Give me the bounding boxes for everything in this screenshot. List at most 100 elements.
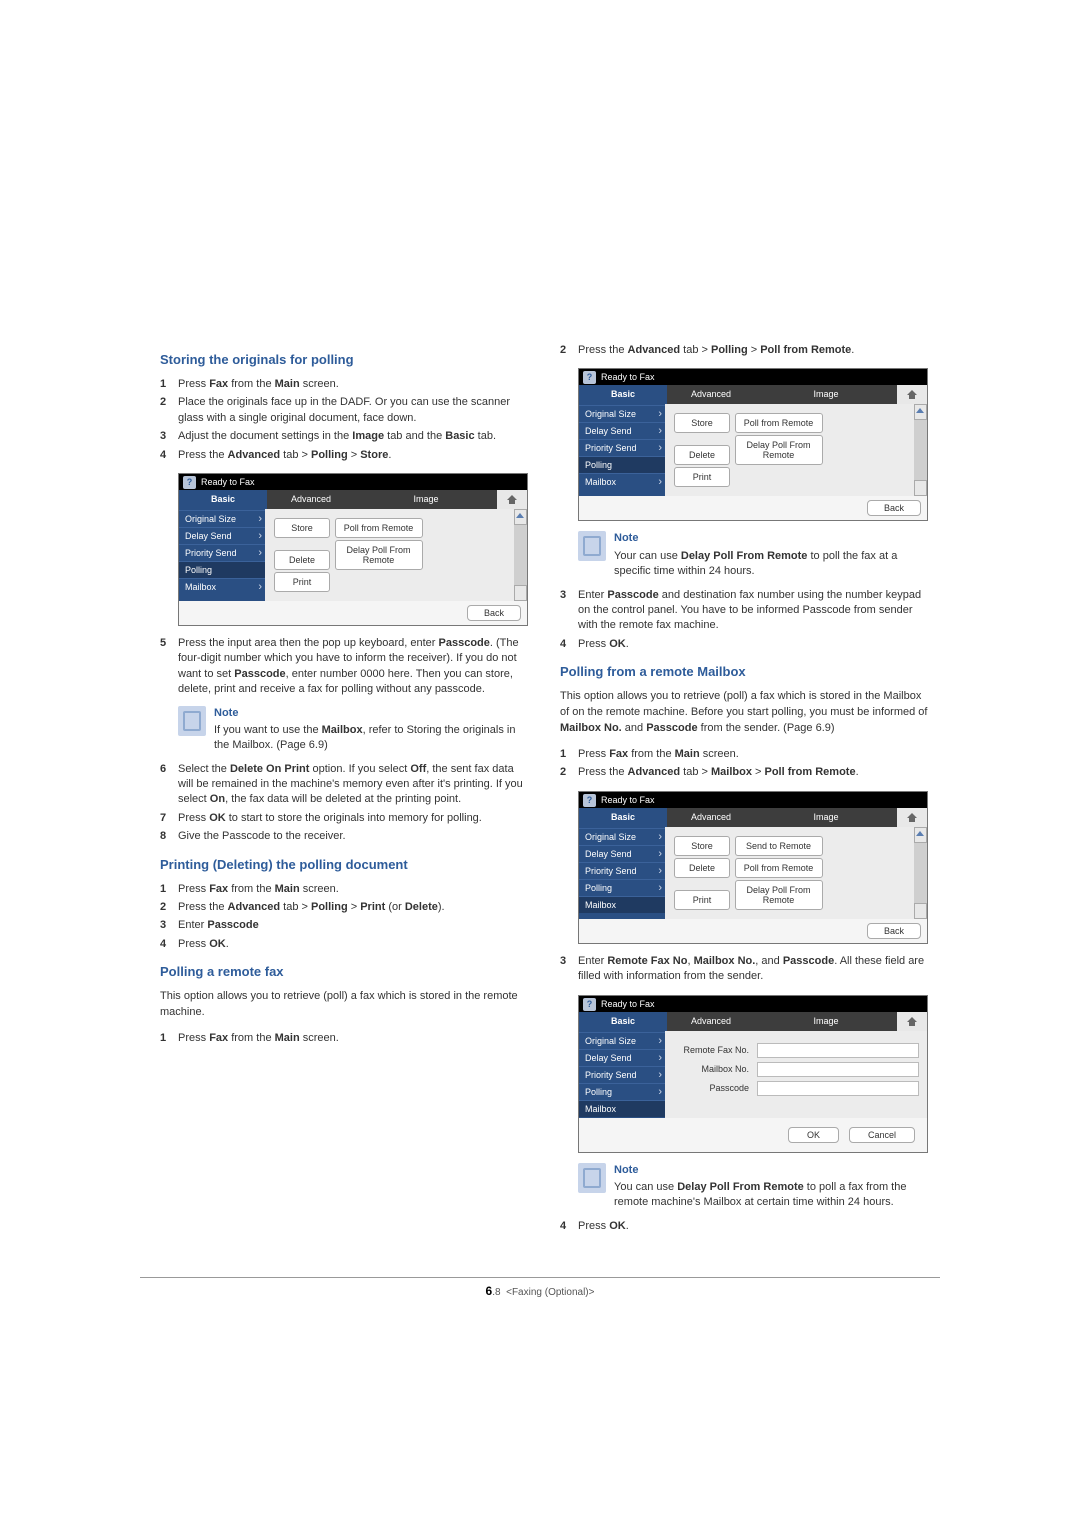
main-pane: Store Poll from Remote Delete Delay Poll… <box>665 404 927 496</box>
side-polling[interactable]: Polling <box>179 561 265 578</box>
scrollbar[interactable] <box>914 827 927 919</box>
delay-poll-button[interactable]: Delay Poll From Remote <box>335 540 423 570</box>
step-num: 1 <box>160 377 178 392</box>
home-icon[interactable] <box>897 808 927 827</box>
side-delay-send[interactable]: Delay Send <box>179 527 265 544</box>
note-icon <box>578 1163 606 1193</box>
side-priority-send[interactable]: Priority Send <box>579 439 665 456</box>
note-text: You can use Delay Poll From Remote to po… <box>614 1180 928 1211</box>
step-num: 5 <box>160 636 178 698</box>
tab-advanced[interactable]: Advanced <box>667 808 755 827</box>
note-block: NoteYour can use Delay Poll From Remote … <box>578 531 928 579</box>
side-delay-send[interactable]: Delay Send <box>579 845 665 862</box>
side-priority-send[interactable]: Priority Send <box>579 1066 665 1083</box>
step-num: 2 <box>560 765 578 780</box>
poll-remote-steps: 1Press Fax from the Main screen. <box>160 1031 528 1046</box>
step-num: 3 <box>160 918 178 933</box>
side-original-size[interactable]: Original Size <box>579 828 665 845</box>
back-button[interactable]: Back <box>867 500 921 516</box>
mailbox-no-input[interactable] <box>757 1062 919 1077</box>
step-text: Press Fax from the Main screen. <box>178 1031 528 1046</box>
step-num: 4 <box>160 448 178 463</box>
page-footer: 6.8 <Faxing (Optional)> <box>140 1277 940 1384</box>
step-num: 2 <box>560 343 578 358</box>
side-mailbox[interactable]: Mailbox <box>179 578 265 595</box>
side-mailbox[interactable]: Mailbox <box>579 473 665 490</box>
delay-poll-button[interactable]: Delay Poll From Remote <box>735 435 823 465</box>
note-text: Your can use Delay Poll From Remote to p… <box>614 549 928 580</box>
main-pane: Store Send to Remote Delete Poll from Re… <box>665 827 927 919</box>
side-original-size[interactable]: Original Size <box>579 1032 665 1049</box>
remote-fax-input[interactable] <box>757 1043 919 1058</box>
poll-from-remote-button[interactable]: Poll from Remote <box>335 518 423 538</box>
back-button[interactable]: Back <box>867 923 921 939</box>
side-priority-send[interactable]: Priority Send <box>179 544 265 561</box>
side-priority-send[interactable]: Priority Send <box>579 862 665 879</box>
tab-basic[interactable]: Basic <box>579 385 667 404</box>
delay-poll-button[interactable]: Delay Poll From Remote <box>735 880 823 910</box>
side-menu: Original SizeDelay SendPriority SendPoll… <box>579 1031 665 1118</box>
note-icon <box>178 706 206 736</box>
step-text: Press the input area then the pop up key… <box>178 636 528 698</box>
cancel-button[interactable]: Cancel <box>849 1127 915 1143</box>
side-menu: Original SizeDelay SendPriority SendPoll… <box>579 827 665 919</box>
poll-from-remote-button[interactable]: Poll from Remote <box>735 413 823 433</box>
step-num: 3 <box>160 429 178 444</box>
scrollbar[interactable] <box>914 404 927 496</box>
side-polling[interactable]: Polling <box>579 879 665 896</box>
tab-image[interactable]: Image <box>755 808 897 827</box>
note-block: NoteYou can use Delay Poll From Remote t… <box>578 1163 928 1211</box>
step-text: Press Fax from the Main screen. <box>178 377 528 392</box>
home-icon[interactable] <box>497 490 527 509</box>
side-delay-send[interactable]: Delay Send <box>579 1049 665 1066</box>
poll-remote-steps-2: 2Press the Advanced tab > Polling > Poll… <box>560 343 928 358</box>
delete-button[interactable]: Delete <box>674 445 730 465</box>
main-pane: Remote Fax No. Mailbox No. Passcode <box>665 1031 927 1118</box>
back-button[interactable]: Back <box>467 605 521 621</box>
tab-basic[interactable]: Basic <box>579 808 667 827</box>
tab-advanced[interactable]: Advanced <box>667 385 755 404</box>
heading-poll-remote-fax: Polling a remote fax <box>160 964 528 979</box>
side-polling[interactable]: Polling <box>579 456 665 473</box>
step-text: Enter Remote Fax No, Mailbox No., and Pa… <box>578 954 928 985</box>
print-button[interactable]: Print <box>674 890 730 910</box>
tab-row: Basic Advanced Image <box>179 490 527 509</box>
main-pane: Store Poll from Remote Delete Delay Poll… <box>265 509 527 601</box>
tab-basic[interactable]: Basic <box>579 1012 667 1031</box>
delete-button[interactable]: Delete <box>274 550 330 570</box>
store-button[interactable]: Store <box>674 413 730 433</box>
tab-image[interactable]: Image <box>755 1012 897 1031</box>
scrollbar[interactable] <box>514 509 527 601</box>
step-num: 3 <box>560 588 578 634</box>
tab-advanced[interactable]: Advanced <box>267 490 355 509</box>
send-to-remote-button[interactable]: Send to Remote <box>735 836 823 856</box>
side-menu: Original SizeDelay SendPriority SendPoll… <box>579 404 665 496</box>
printing-steps: 1Press Fax from the Main screen. 2Press … <box>160 882 528 953</box>
tab-row: BasicAdvancedImage <box>579 385 927 404</box>
print-button[interactable]: Print <box>674 467 730 487</box>
storing-steps-1: 1Press Fax from the Main screen. 2Place … <box>160 377 528 463</box>
tab-image[interactable]: Image <box>355 490 497 509</box>
side-mailbox[interactable]: Mailbox <box>579 1100 665 1117</box>
side-mailbox[interactable]: Mailbox <box>579 896 665 913</box>
print-button[interactable]: Print <box>274 572 330 592</box>
ok-button[interactable]: OK <box>788 1127 839 1143</box>
store-button[interactable]: Store <box>274 518 330 538</box>
mailbox-steps-3: 4Press OK. <box>560 1219 928 1234</box>
note-icon <box>578 531 606 561</box>
side-delay-send[interactable]: Delay Send <box>579 422 665 439</box>
delete-button[interactable]: Delete <box>674 858 730 878</box>
side-polling[interactable]: Polling <box>579 1083 665 1100</box>
passcode-label: Passcode <box>673 1083 749 1093</box>
home-icon[interactable] <box>897 1012 927 1031</box>
side-original-size[interactable]: Original Size <box>179 510 265 527</box>
tab-image[interactable]: Image <box>755 385 897 404</box>
tab-basic[interactable]: Basic <box>179 490 267 509</box>
poll-from-remote-button[interactable]: Poll from Remote <box>735 858 823 878</box>
side-original-size[interactable]: Original Size <box>579 405 665 422</box>
home-icon[interactable] <box>897 385 927 404</box>
store-button[interactable]: Store <box>674 836 730 856</box>
passcode-input[interactable] <box>757 1081 919 1096</box>
tab-advanced[interactable]: Advanced <box>667 1012 755 1031</box>
step-num: 3 <box>560 954 578 985</box>
